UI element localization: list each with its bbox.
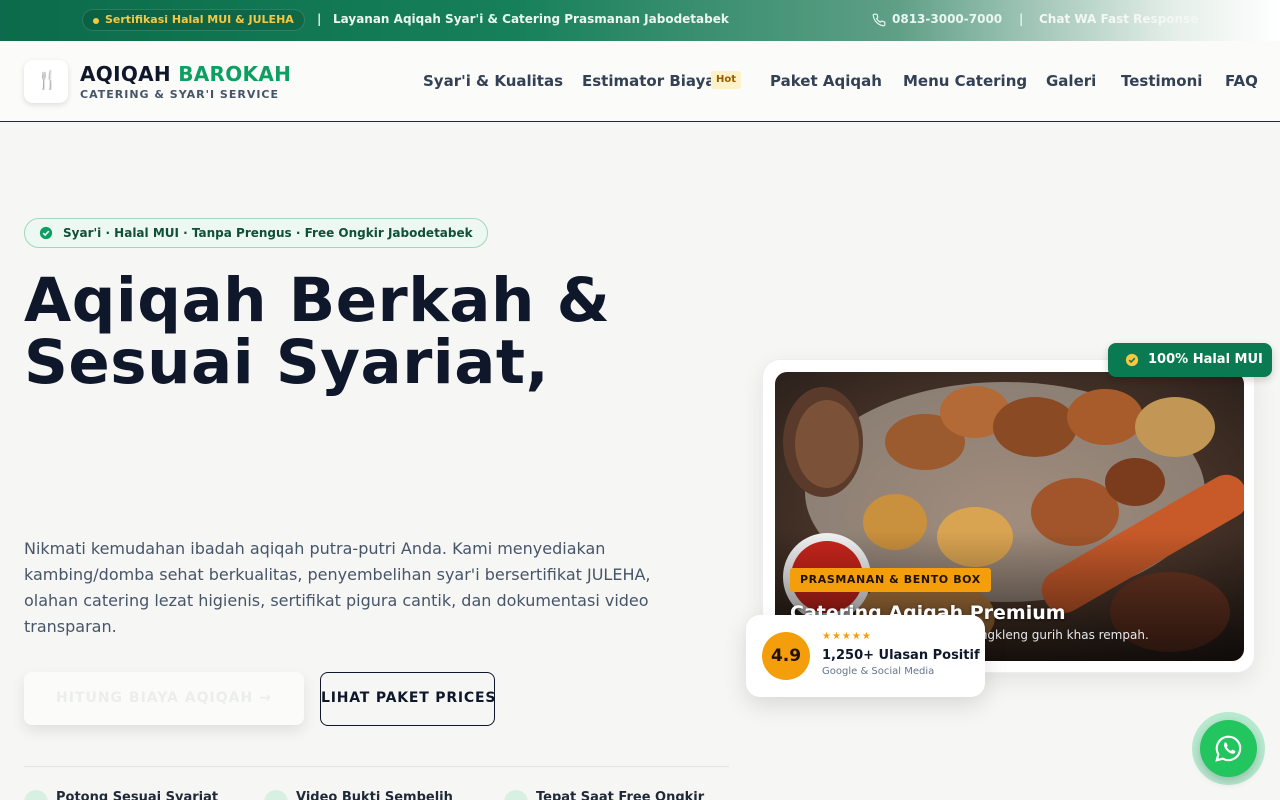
nav-estimator-biaya[interactable]: Estimator Biaya [582, 72, 715, 90]
service-text: Layanan Aqiqah Syar'i & Catering Prasman… [333, 12, 729, 26]
feature-item: Video Bukti Sembelih [264, 790, 453, 800]
whatsapp-button[interactable] [1200, 720, 1257, 777]
whatsapp-link[interactable]: Chat WA Fast Response [1039, 12, 1198, 26]
category-tag: PRASMANAN & BENTO BOX [790, 568, 991, 592]
view-packages-button[interactable]: LIHAT PAKET PRICES [320, 672, 495, 726]
nav-paket-aqiqah[interactable]: Paket Aqiqah [770, 72, 882, 90]
rating-card: 4.9 ★★★★★ 1,250+ Ulasan Positif Google &… [746, 615, 985, 697]
feature-label: Tepat Saat Free Ongkir [536, 790, 705, 800]
headline-line-1: Aqiqah Berkah & [24, 265, 611, 336]
phone-icon [872, 13, 886, 27]
whatsapp-icon [1215, 735, 1242, 762]
phone-link[interactable]: 0813-3000-7000 [892, 12, 1002, 26]
hot-badge: Hot [711, 71, 742, 89]
brand-tagline: CATERING & SYAR'I SERVICE [80, 88, 280, 101]
status-dot-icon [93, 18, 99, 24]
rating-score: 4.9 [762, 632, 810, 680]
brand-part-2: BAROKAH [178, 62, 292, 86]
calculate-cost-button[interactable]: HITUNG BIAYA AQIQAH → [24, 672, 304, 725]
star-rating-icon: ★★★★★ [822, 631, 872, 642]
truck-icon [504, 790, 528, 800]
separator: | [317, 12, 322, 26]
video-icon [264, 790, 288, 800]
nav-menu-catering[interactable]: Menu Catering [903, 72, 1027, 90]
trust-pill: Syar'i · Halal MUI · Tanpa Prengus · Fre… [24, 218, 488, 248]
check-circle-icon [39, 226, 53, 240]
feature-item: Potong Sesuai Syariat [24, 790, 219, 800]
headline-line-2: Sesuai Syariat, [24, 327, 550, 398]
nav-syari-kualitas[interactable]: Syar'i & Kualitas [423, 72, 563, 90]
check-icon [24, 790, 48, 800]
nav-galeri[interactable]: Galeri [1046, 72, 1096, 90]
logo[interactable]: 🍴 [24, 60, 68, 103]
trust-pill-text: Syar'i · Halal MUI · Tanpa Prengus · Fre… [63, 226, 473, 240]
nav-testimoni[interactable]: Testimoni [1121, 72, 1202, 90]
hero-headline: Aqiqah Berkah & Sesuai Syariat, [24, 270, 724, 394]
cutlery-icon: 🍴 [36, 70, 59, 91]
feature-label: Potong Sesuai Syariat [56, 790, 219, 800]
feature-label: Video Bukti Sembelih [296, 790, 453, 800]
top-info-bar: Sertifikasi Halal MUI & JULEHA | Layanan… [0, 0, 1280, 41]
certification-badge: Sertifikasi Halal MUI & JULEHA [82, 9, 305, 31]
divider [24, 766, 729, 767]
halal-badge: 100% Halal MUI [1108, 343, 1272, 377]
feature-item: Tepat Saat Free Ongkir [504, 790, 705, 800]
site-header: 🍴 AQIQAH BAROKAH CATERING & SYAR'I SERVI… [0, 41, 1280, 122]
hero-description: Nikmati kemudahan ibadah aqiqah putra-pu… [24, 539, 651, 636]
separator: | [1019, 12, 1024, 26]
brand-part-1: AQIQAH [80, 62, 171, 86]
brand-name[interactable]: AQIQAH BAROKAH [80, 62, 291, 86]
review-count: 1,250+ Ulasan Positif [822, 648, 980, 663]
check-circle-icon [1125, 353, 1139, 367]
halal-badge-text: 100% Halal MUI [1148, 352, 1263, 367]
review-source: Google & Social Media [822, 666, 935, 677]
nav-faq[interactable]: FAQ [1225, 72, 1258, 90]
certification-text: Sertifikasi Halal MUI & JULEHA [105, 13, 294, 26]
